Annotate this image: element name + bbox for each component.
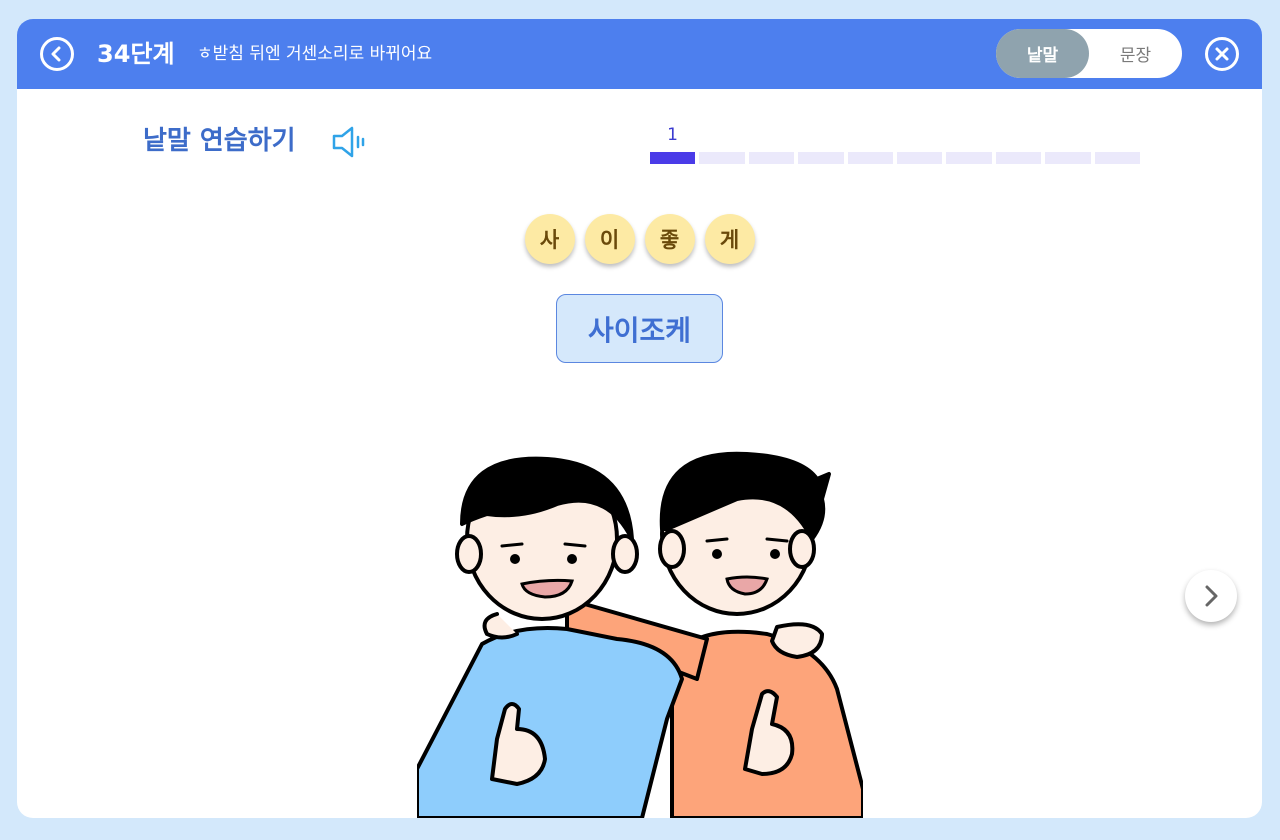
progress-bar <box>650 152 1141 164</box>
speaker-button[interactable] <box>331 125 369 159</box>
syllable-button[interactable]: 사 <box>524 214 575 264</box>
pronunciation-box: 사이조케 <box>556 294 723 363</box>
progress-segment <box>798 152 844 164</box>
progress-segment <box>946 152 992 164</box>
practice-title: 낱말 연습하기 <box>143 126 296 156</box>
lesson-card: 34단계 ㅎ받침 뒤엔 거센소리로 바뀌어요 낱말 문장 낱말 연습하기 1 사… <box>17 19 1262 818</box>
speaker-icon <box>332 126 365 158</box>
syllable-button[interactable]: 게 <box>704 214 755 264</box>
progress-segment <box>995 152 1042 164</box>
progress-segment <box>897 152 943 164</box>
friends-illustration <box>417 451 863 818</box>
progress-number: 1 <box>667 125 678 145</box>
syllable-row: 사이좋게 <box>17 214 1262 264</box>
back-arrow-icon <box>51 46 61 62</box>
syllable-button[interactable]: 이 <box>584 214 635 264</box>
syllable-button[interactable]: 좋 <box>644 214 695 264</box>
header-bar: 34단계 ㅎ받침 뒤엔 거센소리로 바뀌어요 낱말 문장 <box>17 19 1262 89</box>
next-button[interactable] <box>1185 570 1237 622</box>
progress-segment <box>650 152 696 164</box>
progress-segment <box>1094 152 1141 164</box>
back-button[interactable] <box>40 37 74 71</box>
mode-toggle: 낱말 문장 <box>996 29 1182 78</box>
toggle-word[interactable]: 낱말 <box>996 29 1089 78</box>
chevron-right-icon <box>1205 585 1218 607</box>
lesson-subtitle: ㅎ받침 뒤엔 거센소리로 바뀌어요 <box>197 44 433 64</box>
close-button[interactable] <box>1205 37 1239 71</box>
progress-segment <box>1045 152 1091 164</box>
level-title: 34단계 <box>97 40 175 68</box>
progress-segment <box>699 152 745 164</box>
progress-segment <box>748 152 795 164</box>
close-icon <box>1215 47 1229 61</box>
progress-segment <box>847 152 894 164</box>
toggle-sentence[interactable]: 문장 <box>1089 29 1182 78</box>
